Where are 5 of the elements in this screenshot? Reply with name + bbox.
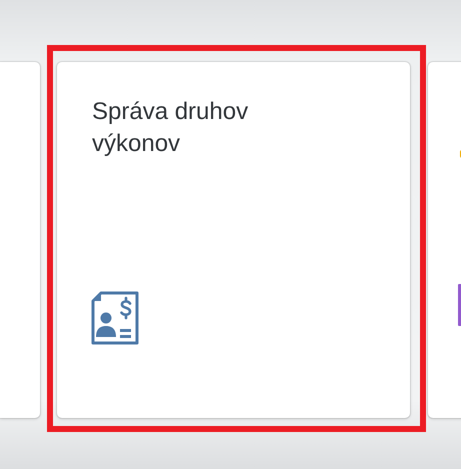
partial-tile[interactable] (428, 62, 461, 418)
app-tile[interactable]: Správa druhov výkonov (57, 62, 410, 418)
tile-title: Správa druhov výkonov (92, 97, 250, 160)
partial-tile[interactable] (0, 62, 40, 418)
document-person-dollar-icon (89, 290, 141, 346)
